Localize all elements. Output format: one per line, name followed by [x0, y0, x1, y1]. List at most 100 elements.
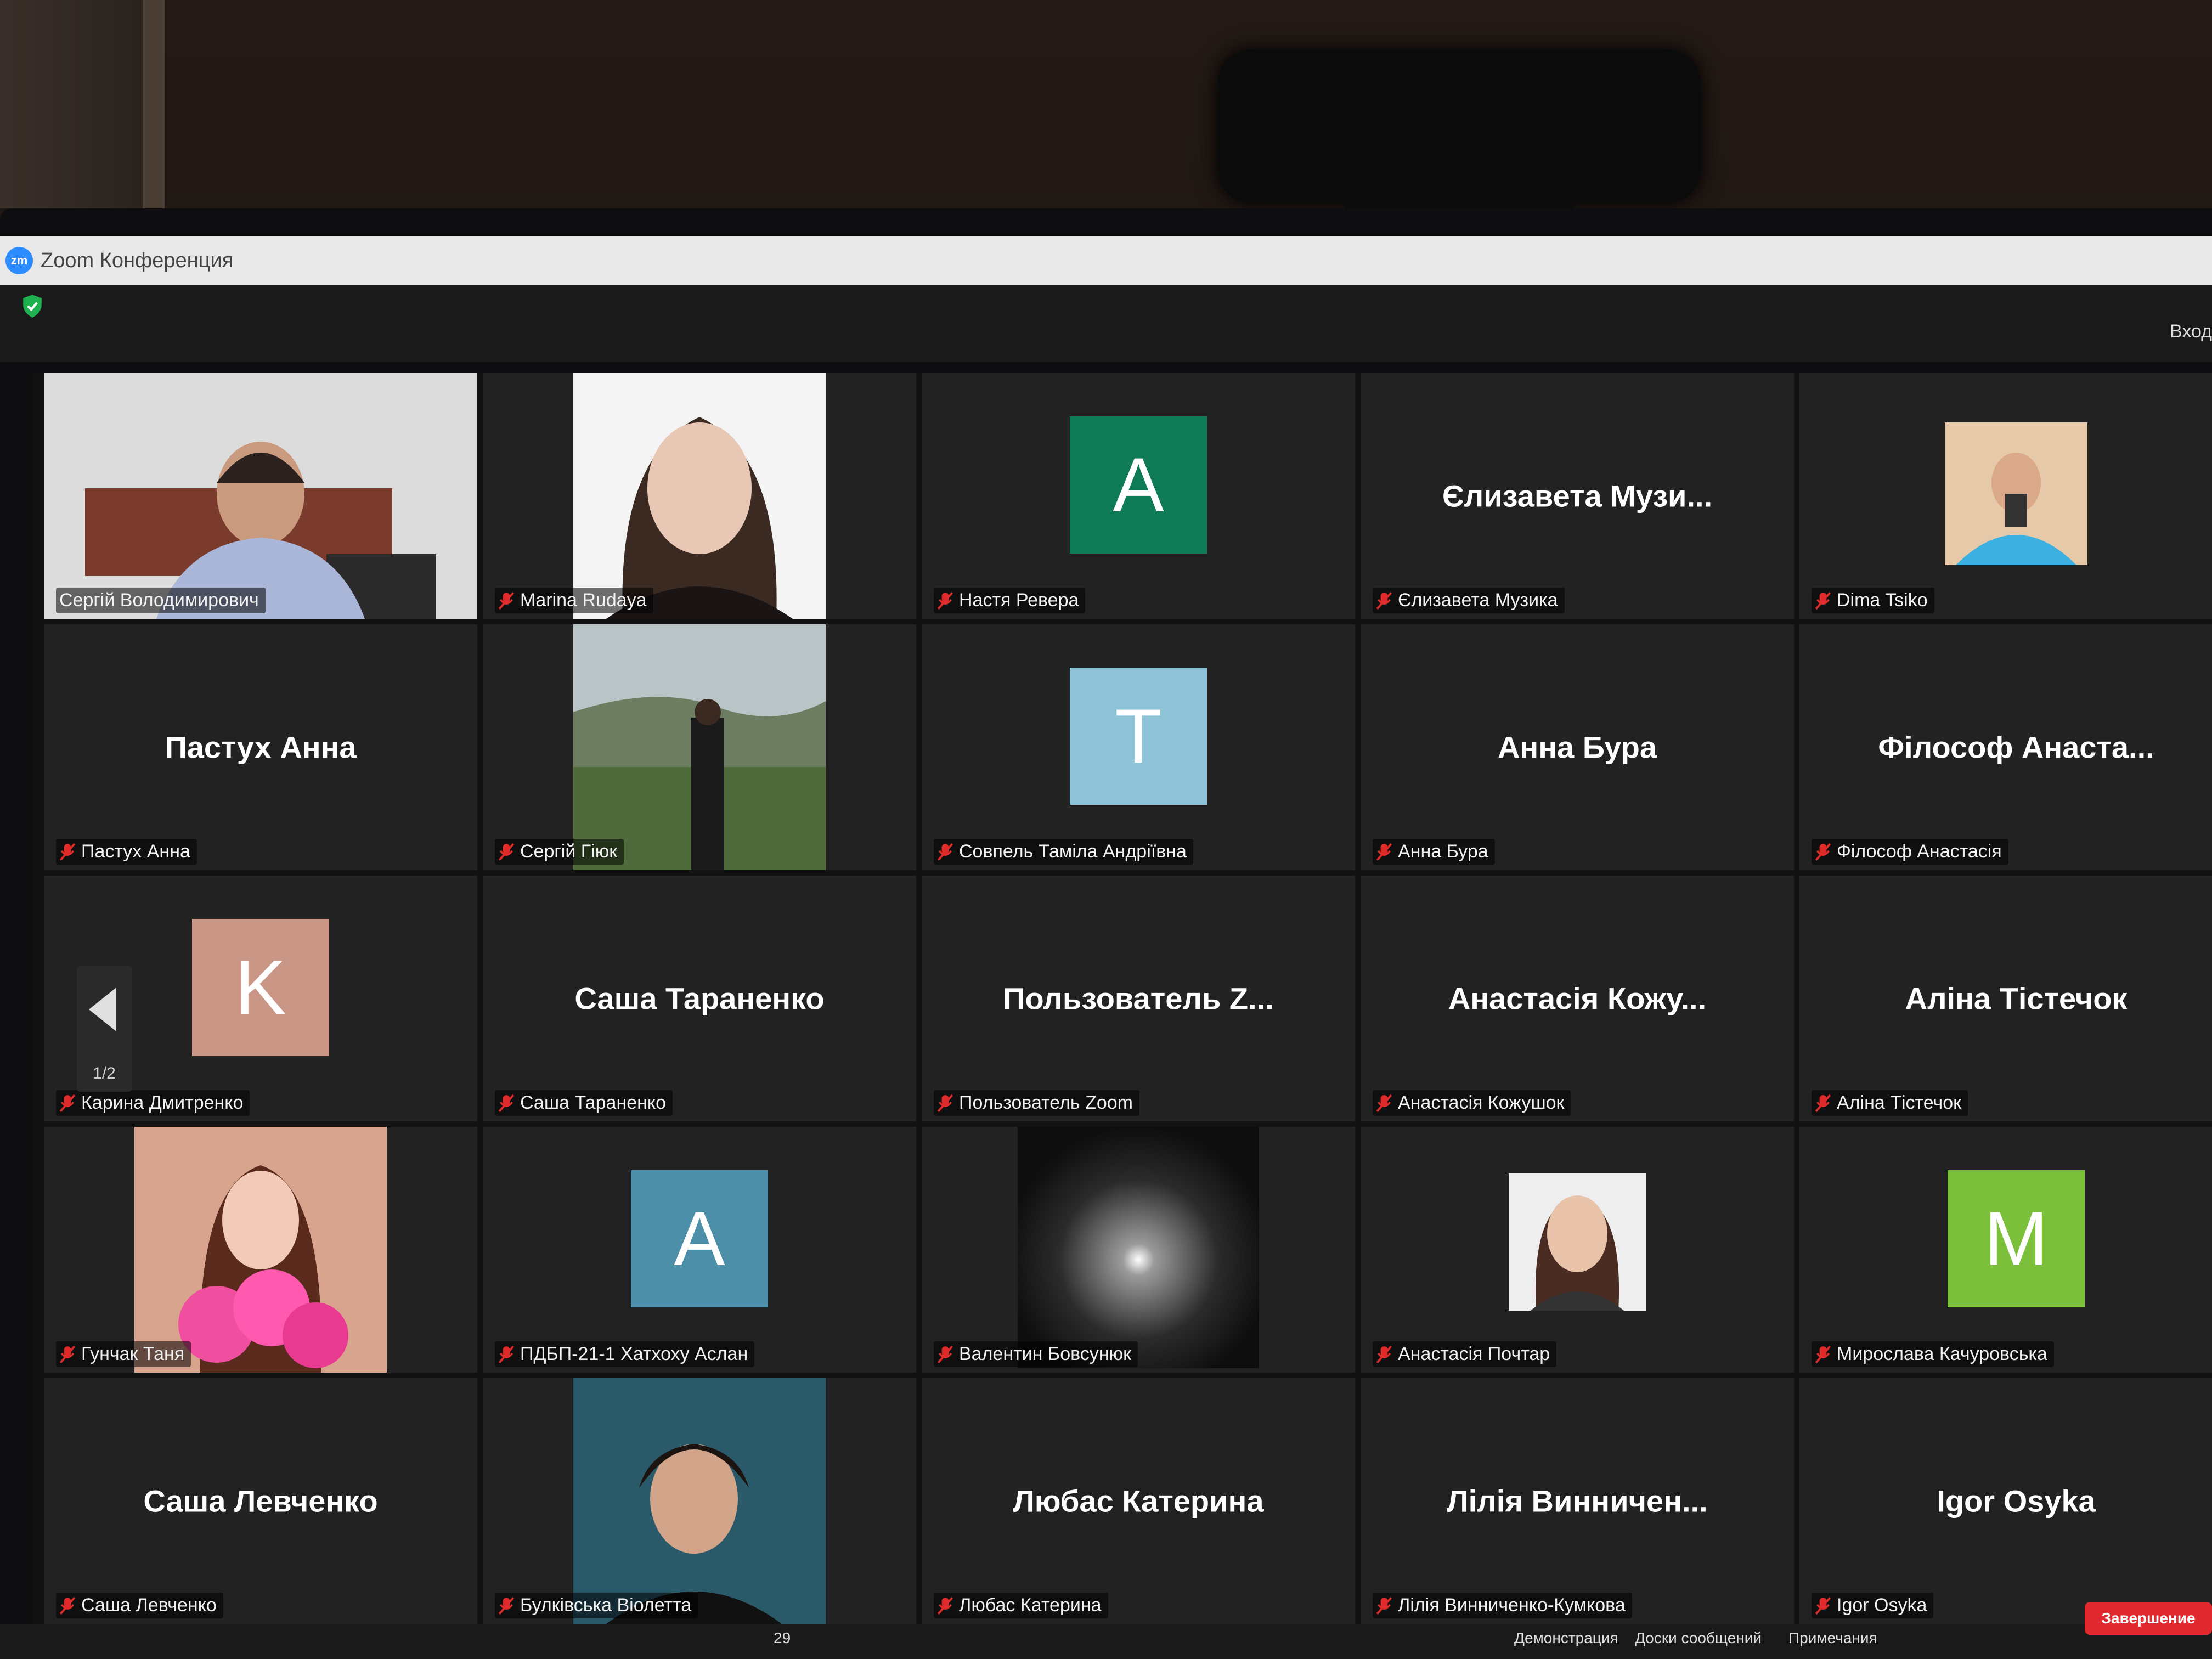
participant-tile[interactable]: Сергій Володимирович — [44, 373, 477, 619]
participant-tile[interactable]: A ПДБП-21-1 Хатхоху Аслан — [483, 1127, 916, 1373]
participant-tile[interactable]: Аліна Тістечок Аліна Тістечок — [1799, 876, 2212, 1121]
participant-tile[interactable]: Валентин Бовсунюк — [922, 1127, 1355, 1373]
mic-muted-icon — [937, 591, 953, 610]
participant-tile[interactable]: Анастасія Кожу... Анастасія Кожушок — [1361, 876, 1794, 1121]
participant-name-label: Валентин Бовсунюк — [934, 1341, 1138, 1367]
participant-avatar: K — [192, 919, 329, 1056]
participant-name: Анастасія Почтар — [1398, 1344, 1550, 1364]
mic-muted-icon — [1815, 1345, 1831, 1363]
mic-muted-icon — [1376, 1596, 1392, 1615]
participant-name-label: Настя Ревера — [934, 588, 1086, 613]
mic-muted-icon — [1815, 591, 1831, 610]
end-meeting-button[interactable]: Завершение — [2085, 1602, 2212, 1635]
page-indicator: 1/2 — [93, 1064, 116, 1082]
participant-name: Анна Бура — [1398, 841, 1488, 862]
participant-tile[interactable]: Анастасія Почтар — [1361, 1127, 1794, 1373]
meeting-toolbar — [0, 1624, 2212, 1659]
participant-tile[interactable]: Анна Бура Анна Бура — [1361, 624, 1794, 870]
mic-muted-icon — [498, 1345, 515, 1363]
participant-name-label: Єлизавета Музика — [1373, 588, 1565, 613]
participant-video — [44, 373, 477, 619]
mic-muted-icon — [1376, 591, 1392, 610]
participant-tile[interactable]: Філософ Анаста... Філософ Анастасія — [1799, 624, 2212, 870]
participant-tile[interactable]: A Настя Ревера — [922, 373, 1355, 619]
toolbar-notes-label[interactable]: Примечания — [1788, 1629, 1877, 1647]
participant-name-label: Саша Тараненко — [495, 1090, 673, 1116]
participant-name: Карина Дмитренко — [81, 1092, 244, 1113]
mic-muted-icon — [59, 1596, 76, 1615]
participant-display-name: Саша Левченко — [143, 1483, 378, 1519]
participant-name-label: Гунчак Таня — [56, 1341, 191, 1367]
participant-tile[interactable]: Саша Тараненко Саша Тараненко — [483, 876, 916, 1121]
participant-display-name: Анастасія Кожу... — [1448, 981, 1707, 1016]
mic-muted-icon — [59, 1094, 76, 1112]
participant-name-label: Анна Бура — [1373, 839, 1495, 865]
participant-name-label: Анастасія Кожушок — [1373, 1090, 1571, 1116]
participant-name: Сергій Володимирович — [59, 590, 259, 611]
participant-name-label: Пользователь Zoom — [934, 1090, 1139, 1116]
participant-display-name: Філософ Анаста... — [1878, 730, 2154, 765]
participant-name-label: Аліна Тістечок — [1812, 1090, 1968, 1116]
toolbar-whiteboard-label[interactable]: Доски сообщений — [1635, 1629, 1762, 1647]
window-titlebar: zm Zoom Конференция — [0, 236, 2212, 285]
page-prev-arrow-icon[interactable] — [89, 988, 116, 1031]
mic-muted-icon — [498, 843, 515, 861]
participant-name-label: Сергій Гіюк — [495, 839, 624, 865]
mic-muted-icon — [498, 591, 515, 610]
participant-tile[interactable]: Гунчак Таня — [44, 1127, 477, 1373]
participant-name: Настя Ревера — [959, 590, 1079, 611]
participant-name: Dima Tsiko — [1837, 590, 1928, 611]
participant-name-label: Мирослава Качуровська — [1812, 1341, 2054, 1367]
page-nav[interactable]: 1/2 — [77, 966, 132, 1092]
participant-name-label: ПДБП-21-1 Хатхоху Аслан — [495, 1341, 755, 1367]
participant-tile[interactable]: Пользователь Z... Пользователь Zoom — [922, 876, 1355, 1121]
participant-name-label: Dima Tsiko — [1812, 588, 1934, 613]
participant-name: Любас Катерина — [959, 1595, 1102, 1616]
participant-display-name: Igor Osyka — [1937, 1483, 2096, 1519]
participant-name-label: Сергій Володимирович — [56, 588, 266, 613]
participant-name: Саша Левченко — [81, 1595, 217, 1616]
participant-tile[interactable]: Dima Tsiko — [1799, 373, 2212, 619]
participant-tile[interactable]: Сергій Гіюк — [483, 624, 916, 870]
participant-name-label: Igor Osyka — [1812, 1593, 1934, 1618]
participant-tile[interactable]: T Совпель Таміла Андріївна — [922, 624, 1355, 870]
participant-name: ПДБП-21-1 Хатхоху Аслан — [520, 1344, 748, 1364]
participant-video — [1018, 1127, 1259, 1373]
participant-tile[interactable]: Лілія Винничен... Лілія Винниченко-Кумков… — [1361, 1378, 1794, 1624]
zoom-logo-icon: zm — [5, 247, 33, 274]
participant-display-name: Любас Катерина — [1013, 1483, 1264, 1519]
participant-name: Гунчак Таня — [81, 1344, 185, 1364]
security-shield-icon[interactable] — [21, 294, 44, 319]
participant-tile[interactable]: Любас Катерина Любас Катерина — [922, 1378, 1355, 1624]
mic-muted-icon — [1376, 1345, 1392, 1363]
participant-tile[interactable]: Саша Левченко Саша Левченко — [44, 1378, 477, 1624]
participant-tile[interactable]: Marina Rudaya — [483, 373, 916, 619]
toolbar-share-label[interactable]: Демонстрация — [1514, 1629, 1618, 1647]
participant-name: Marina Rudaya — [520, 590, 647, 611]
participant-video — [1945, 373, 2087, 619]
participant-display-name: Аліна Тістечок — [1905, 981, 2128, 1016]
participant-tile[interactable]: Пастух Анна Пастух Анна — [44, 624, 477, 870]
participant-name: Анастасія Кожушок — [1398, 1092, 1565, 1113]
participants-count[interactable]: 29 — [774, 1629, 791, 1647]
participant-name: Єлизавета Музика — [1398, 590, 1558, 611]
participant-avatar: A — [631, 1170, 768, 1307]
participant-tile[interactable]: Булківська Віолетта — [483, 1378, 916, 1624]
participant-video — [573, 624, 826, 870]
participant-name-label: Пастух Анна — [56, 839, 197, 865]
mic-muted-icon — [59, 1345, 76, 1363]
gallery-stage: Сергій Володимирович Marina Rudaya A Настя … — [33, 373, 2212, 1624]
participant-avatar: M — [1948, 1170, 2085, 1307]
participant-tile[interactable]: Igor Osyka Igor Osyka — [1799, 1378, 2212, 1624]
participant-display-name: Лілія Винничен... — [1447, 1483, 1708, 1519]
participant-name-label: Саша Левченко — [56, 1593, 223, 1618]
view-button[interactable]: Вход — [2170, 321, 2212, 342]
participant-video — [134, 1127, 387, 1373]
participant-display-name: Анна Бура — [1497, 730, 1657, 765]
participant-name: Аліна Тістечок — [1837, 1092, 1961, 1113]
mic-muted-icon — [937, 1596, 953, 1615]
participant-name: Сергій Гіюк — [520, 841, 618, 862]
participant-tile[interactable]: M Мирослава Качуровська — [1799, 1127, 2212, 1373]
participant-display-name: Саша Тараненко — [574, 981, 825, 1016]
participant-tile[interactable]: Єлизавета Музи... Єлизавета Музика — [1361, 373, 1794, 619]
